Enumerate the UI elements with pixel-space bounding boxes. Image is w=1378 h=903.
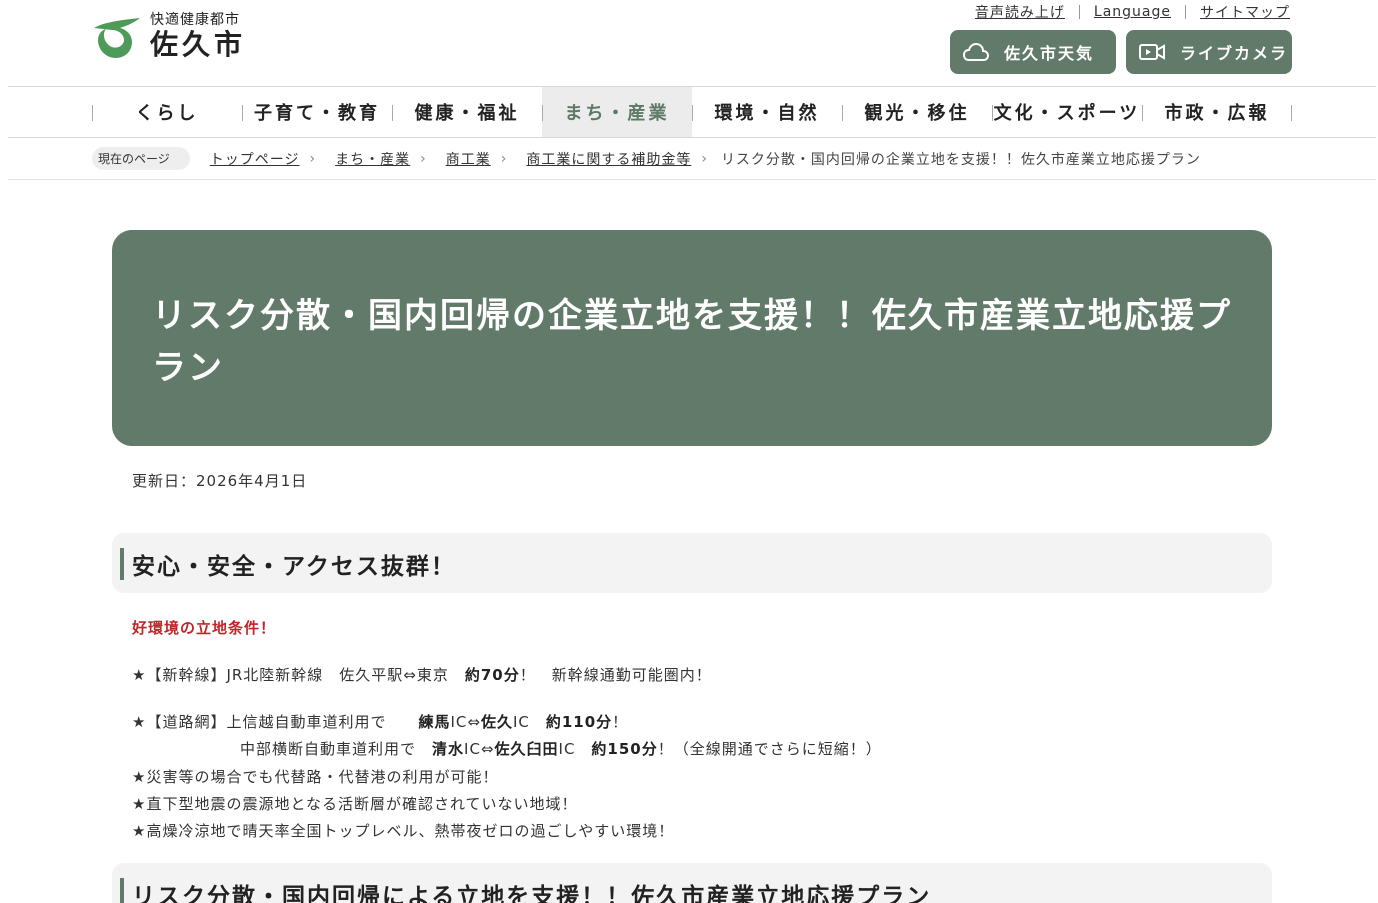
nav-item-childcare-education[interactable]: 子育て・教育	[242, 87, 392, 137]
breadcrumb-label: 現在のページ	[92, 147, 190, 170]
breadcrumb: 現在のページ トップページ › まち・産業 › 商工業 › 商工業に関する補助金…	[8, 138, 1376, 180]
road1-time: 約110分	[545, 713, 613, 731]
road1-destination: 佐久	[480, 713, 513, 731]
breadcrumb-link-subsidies[interactable]: 商工業に関する補助金等	[526, 149, 691, 169]
utility-links: 音声読み上げ Language サイトマップ	[961, 2, 1290, 22]
nav-item-environment-nature[interactable]: 環境・自然	[692, 87, 842, 137]
road1-suffix: ！	[612, 713, 629, 731]
breadcrumb-link-top[interactable]: トップページ	[210, 149, 300, 169]
nav-item-living[interactable]: くらし	[92, 87, 242, 137]
live-camera-button-label: ライブカメラ	[1180, 44, 1289, 63]
video-camera-icon	[1139, 44, 1165, 60]
weather-button[interactable]: 佐久市天気	[950, 30, 1116, 74]
heading-accent-bar	[120, 878, 124, 903]
nav-item-culture-sports[interactable]: 文化・スポーツ	[992, 87, 1142, 137]
nav-item-tourism-migration[interactable]: 観光・移住	[842, 87, 992, 137]
page-title: リスク分散・国内回帰の企業立地を支援！！佐久市産業立地応援プラン	[152, 296, 1232, 388]
road2-sep: IC⇔	[464, 740, 495, 758]
road2-suffix: ！（全線開通でさらに短縮！）	[657, 740, 882, 758]
chevron-right-icon: ›	[309, 150, 316, 167]
breadcrumb-link-commerce[interactable]: 商工業	[446, 149, 491, 169]
chevron-right-icon: ›	[500, 150, 507, 167]
section-heading-text: 安心・安全・アクセス抜群！	[132, 554, 456, 580]
section-subtitle: 好環境の立地条件！	[132, 619, 277, 637]
language-link[interactable]: Language	[1080, 4, 1185, 20]
section-heading-text: リスク分散・国内回帰による立地を支援！！佐久市産業立地応援プラン	[132, 884, 932, 903]
saku-city-emblem-icon	[94, 18, 140, 58]
road1-origin: 練馬	[418, 713, 451, 731]
section-heading-safety: 安心・安全・アクセス抜群！	[112, 533, 1272, 593]
text-to-speech-link[interactable]: 音声読み上げ	[961, 2, 1079, 22]
road2-ic: IC	[558, 740, 592, 758]
site-logo[interactable]: 快適健康都市 佐久市	[92, 12, 246, 62]
weather-button-label: 佐久市天気	[1004, 44, 1095, 63]
updated-date: 更新日：2026年4月1日	[132, 472, 308, 490]
shinkansen-text: ★【新幹線】JR北陸新幹線 佐久平駅⇔東京	[132, 666, 465, 684]
nav-item-health-welfare[interactable]: 健康・福祉	[392, 87, 542, 137]
road2-time: 約150分	[591, 740, 658, 758]
nav-item-town-industry[interactable]: まち・産業	[542, 87, 692, 137]
list-item: ★高燥冷涼地で晴天率全国トップレベル、熱帯夜ゼロの過ごしやすい環境！	[132, 822, 675, 840]
road1-text: ★【道路網】上信越自動車道利用で	[132, 713, 419, 731]
cloud-icon	[962, 42, 990, 61]
breadcrumb-current: リスク分散・国内回帰の企業立地を支援！！佐久市産業立地応援プラン	[720, 151, 1201, 168]
shinkansen-info: ★【新幹線】JR北陸新幹線 佐久平駅⇔東京 約70分！ 新幹線通勤可能圏内！	[132, 664, 712, 685]
site-header: 快適健康都市 佐久市 音声読み上げ Language サイトマップ 佐久市天気 …	[0, 0, 1378, 86]
road-info-1: ★【道路網】上信越自動車道利用で 練馬IC⇔佐久IC 約110分！	[132, 711, 628, 732]
global-nav: くらし 子育て・教育 健康・福祉 まち・産業 環境・自然 観光・移住 文化・スポ…	[8, 86, 1376, 138]
road2-origin: 清水	[432, 740, 465, 758]
road-info-2: 中部横断自動車道利用で 清水IC⇔佐久臼田IC 約150分！（全線開通でさらに短…	[240, 738, 882, 759]
section-heading-support-plan: リスク分散・国内回帰による立地を支援！！佐久市産業立地応援プラン	[112, 863, 1272, 903]
heading-accent-bar	[120, 548, 124, 580]
chevron-right-icon: ›	[420, 150, 426, 167]
live-camera-button[interactable]: ライブカメラ	[1126, 30, 1292, 74]
list-item: ★直下型地震の震源地となる活断層が確認されていない地域！	[132, 795, 578, 813]
sitemap-link[interactable]: サイトマップ	[1186, 2, 1290, 22]
chevron-right-icon: ›	[701, 150, 707, 167]
nav-item-city-administration[interactable]: 市政・広報	[1142, 87, 1292, 137]
logo-tagline: 快適健康都市	[150, 12, 240, 28]
shinkansen-time: 約70分	[464, 666, 520, 684]
road2-text: 中部横断自動車道利用で	[240, 740, 433, 758]
road1-ic: IC	[512, 713, 546, 731]
road2-destination: 佐久臼田	[494, 740, 559, 758]
page-title-box: リスク分散・国内回帰の企業立地を支援！！佐久市産業立地応援プラン	[112, 230, 1272, 446]
road1-sep: IC⇔	[450, 713, 481, 731]
shinkansen-note: ！ 新幹線通勤可能圏内！	[519, 666, 712, 684]
logo-city-name: 佐久市	[150, 28, 247, 61]
list-item: ★災害等の場合でも代替路・代替港の利用が可能！	[132, 768, 499, 786]
breadcrumb-link-town-industry[interactable]: まち・産業	[335, 149, 410, 169]
